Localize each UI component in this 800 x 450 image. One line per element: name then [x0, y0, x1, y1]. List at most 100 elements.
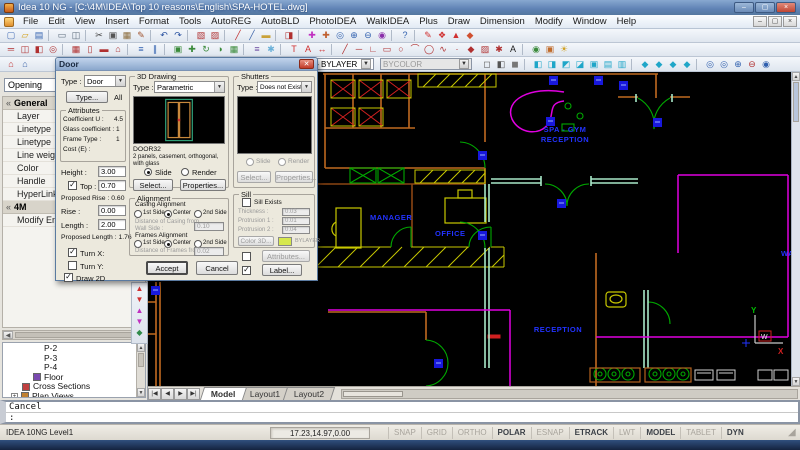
view-right-icon[interactable]: ◪ — [573, 58, 587, 71]
roof-icon[interactable]: ⌂ — [111, 43, 125, 56]
array-icon[interactable]: ▦ — [227, 43, 241, 56]
materials-icon[interactable]: ▣ — [543, 43, 557, 56]
shutters-select-button[interactable]: Select... — [237, 171, 271, 183]
draw-2d-checkbox[interactable] — [64, 273, 73, 282]
door-preview[interactable] — [133, 96, 225, 144]
close-button[interactable]: × — [776, 2, 796, 13]
frames-1st-radio[interactable] — [134, 240, 142, 248]
menu-insert[interactable]: Insert — [100, 15, 134, 28]
level-up-icon[interactable]: ▲ — [133, 305, 147, 316]
scrollbar-thumb[interactable] — [15, 332, 133, 338]
menu-draw[interactable]: Draw — [443, 15, 475, 28]
casing-dist-field[interactable]: 0.10 — [194, 222, 224, 231]
sill-color-button[interactable]: Color 3D... — [238, 236, 274, 246]
cancel-button[interactable]: Cancel — [196, 261, 238, 275]
color-dropdown[interactable]: BYCOLOR ▼ — [380, 58, 472, 70]
toggle-grid[interactable]: GRID — [421, 427, 452, 439]
level-list-icon[interactable]: ◆ — [133, 327, 147, 338]
doc-close-button[interactable]: × — [783, 16, 797, 27]
wall-icon[interactable]: ═ — [4, 43, 18, 56]
scrollbar-thumb[interactable] — [138, 353, 144, 367]
properties-button[interactable]: Properties... — [180, 179, 226, 191]
casing-2nd-radio[interactable] — [194, 210, 202, 218]
dialog-title-bar[interactable]: Door ✕ — [56, 58, 317, 71]
photoidea-house-icon[interactable]: ⌂ — [18, 58, 32, 71]
zoom-realtime-icon[interactable]: ◎ — [703, 58, 717, 71]
label-button[interactable]: Label... — [262, 264, 302, 276]
length-field[interactable]: 2.00 — [98, 219, 126, 230]
slab-icon[interactable]: ▦ — [69, 43, 83, 56]
menu-plus[interactable]: Plus — [414, 15, 442, 28]
sill-exists-checkbox[interactable] — [242, 198, 251, 207]
regen-icon[interactable]: ✚ — [305, 29, 319, 42]
menu-autoreg[interactable]: AutoREG — [206, 15, 256, 28]
toggle-dyn[interactable]: DYN — [721, 427, 749, 439]
sill-prot1-field[interactable]: 0.01 — [282, 217, 310, 225]
shutters-type-dropdown[interactable]: Does not Exist▼ — [257, 81, 312, 93]
move-icon[interactable]: ✚ — [185, 43, 199, 56]
view-iso-icon[interactable]: ▥ — [615, 58, 629, 71]
coordinates-display[interactable]: 17.23,14.97,0.00 — [270, 427, 370, 439]
doc-restore-button[interactable]: ▢ — [768, 16, 782, 27]
scroll-left-icon[interactable]: ◀ — [3, 331, 13, 339]
hidden-line-icon[interactable]: ◧ — [494, 58, 508, 71]
frames-dist-field[interactable]: 0.02 — [194, 247, 224, 256]
tree-item[interactable]: +Plan Views — [5, 392, 135, 399]
level-down-icon[interactable]: ▼ — [133, 316, 147, 327]
scrollbar-thumb[interactable] — [343, 391, 403, 397]
view-left-icon[interactable]: ◩ — [559, 58, 573, 71]
menu-photoidea[interactable]: PhotoIDEA — [304, 15, 361, 28]
hatch-icon[interactable]: ▨ — [478, 43, 492, 56]
expand-icon[interactable]: + — [11, 393, 18, 398]
zoom-extents-icon[interactable]: ◉ — [375, 29, 389, 42]
idea-lock-icon[interactable]: ◆ — [463, 29, 477, 42]
casing-1st-radio[interactable] — [134, 210, 142, 218]
tree-item[interactable]: P-2 — [5, 344, 135, 354]
scroll-up-icon[interactable]: ▲ — [137, 343, 145, 352]
menu-walkidea[interactable]: WalkIDEA — [361, 15, 414, 28]
label-checkbox[interactable] — [242, 266, 251, 275]
tab-nav-icon[interactable]: |◀ — [148, 388, 161, 400]
dialog-close-icon[interactable]: ✕ — [299, 59, 314, 69]
plan-up-icon[interactable]: ▲ — [133, 283, 147, 294]
top-checkbox[interactable] — [68, 181, 77, 190]
arc-icon[interactable]: ⌒ — [408, 43, 422, 56]
view-back-icon[interactable]: ▤ — [601, 58, 615, 71]
ruler-icon[interactable]: ▬ — [259, 29, 273, 42]
command-prompt[interactable]: : — [6, 413, 798, 424]
toggle-etrack[interactable]: ETRACK — [569, 427, 613, 439]
tab-nav-icon[interactable]: ▶ — [174, 388, 187, 400]
star-icon[interactable]: ✱ — [492, 43, 506, 56]
shutters-slide-radio[interactable] — [246, 158, 254, 166]
maximize-button[interactable]: ▢ — [755, 2, 775, 13]
rotate-icon[interactable]: ↻ — [199, 43, 213, 56]
canvas-vscrollbar[interactable]: ▲ ▼ — [791, 72, 800, 386]
turn-y-checkbox[interactable] — [68, 261, 77, 270]
menu-edit[interactable]: Edit — [43, 15, 69, 28]
resize-grip-icon[interactable]: ◢ — [788, 427, 800, 439]
menu-modify[interactable]: Modify — [530, 15, 568, 28]
menu-help[interactable]: Help — [612, 15, 642, 28]
shaded-icon[interactable]: ◼ — [508, 58, 522, 71]
spline-icon[interactable]: ∿ — [436, 43, 450, 56]
rise-field[interactable]: 0.00 — [98, 205, 126, 216]
sill-thickness-field[interactable]: 0.03 — [282, 208, 310, 216]
render-radio[interactable] — [181, 168, 189, 176]
tree-item[interactable]: P-4 — [5, 363, 135, 373]
block-icon[interactable]: ◆ — [464, 43, 478, 56]
sill-prot2-field[interactable]: 0.04 — [282, 226, 310, 234]
attributes-button[interactable]: Attributes... — [262, 250, 310, 262]
idea-sketch-icon[interactable]: ✎ — [421, 29, 435, 42]
railing-icon[interactable]: ∥ — [148, 43, 162, 56]
menu-tools[interactable]: Tools — [174, 15, 206, 28]
tree-item[interactable]: P-3 — [5, 354, 135, 364]
toggle-tablet[interactable]: TABLET — [680, 427, 721, 439]
menu-view[interactable]: View — [70, 15, 100, 28]
undo-icon[interactable]: ↶ — [157, 29, 171, 42]
new-icon[interactable]: ▢ — [4, 29, 18, 42]
zoom-scale-icon[interactable]: ⊖ — [745, 58, 759, 71]
walkidea-house-icon[interactable]: ⌂ — [4, 58, 18, 71]
iso-nw-icon[interactable]: ◆ — [680, 58, 694, 71]
panel-hscrollbar[interactable]: ◀ ▶ — [2, 330, 146, 340]
save-icon[interactable]: ▤ — [32, 29, 46, 42]
